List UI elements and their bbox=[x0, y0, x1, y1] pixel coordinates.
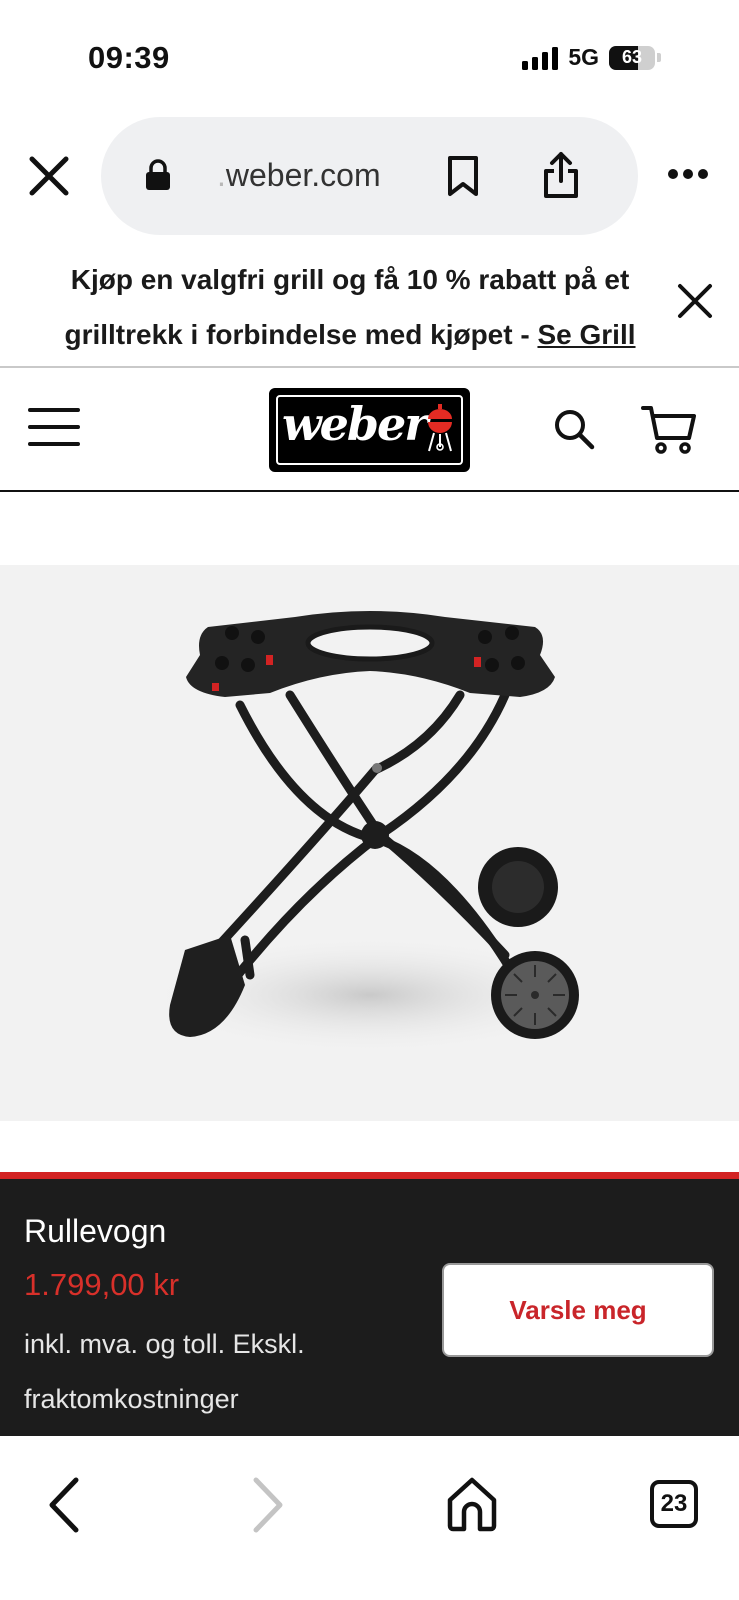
promo-link[interactable]: Se Grill bbox=[537, 319, 635, 350]
battery-level: 63 bbox=[621, 47, 643, 67]
close-icon[interactable] bbox=[676, 282, 714, 320]
status-indicators: 5G 63 bbox=[522, 44, 661, 71]
battery-icon: 63 bbox=[609, 45, 655, 70]
product-image[interactable] bbox=[0, 565, 739, 1121]
sticky-buy-bar: Rullevogn 1.799,00 kr inkl. mva. og toll… bbox=[0, 1172, 739, 1436]
search-icon[interactable] bbox=[553, 408, 595, 450]
share-icon[interactable] bbox=[541, 151, 581, 199]
tabs-icon[interactable]: 23 bbox=[650, 1480, 698, 1528]
home-icon[interactable] bbox=[446, 1476, 498, 1532]
cart-icon[interactable] bbox=[641, 404, 697, 454]
menu-icon[interactable] bbox=[28, 406, 80, 448]
header-divider bbox=[0, 490, 739, 492]
url-text: .weber.com bbox=[217, 157, 381, 194]
signal-icon bbox=[522, 46, 559, 70]
status-time: 09:39 bbox=[88, 40, 170, 75]
promo-banner: Kjøp en valgfri grill og få 10 % rabatt … bbox=[0, 246, 739, 358]
bookmark-icon[interactable] bbox=[446, 155, 480, 197]
weber-logo[interactable]: weber bbox=[269, 388, 470, 472]
status-bar: 09:39 5G 63 bbox=[0, 0, 739, 110]
site-header: weber bbox=[0, 368, 739, 488]
promo-text: Kjøp en valgfri grill og få 10 % rabatt … bbox=[40, 252, 660, 362]
product-name: Rullevogn bbox=[24, 1213, 167, 1249]
close-icon[interactable] bbox=[26, 153, 72, 199]
more-icon[interactable] bbox=[667, 168, 709, 180]
url-domain: weber.com bbox=[225, 157, 381, 193]
back-icon[interactable] bbox=[44, 1476, 84, 1534]
network-type: 5G bbox=[568, 44, 599, 70]
kettle-grill-icon bbox=[428, 404, 452, 452]
address-bar[interactable]: .weber.com bbox=[101, 117, 638, 235]
forward-icon[interactable] bbox=[248, 1476, 288, 1534]
battery-nub bbox=[657, 53, 661, 62]
url-faded-prefix: . bbox=[217, 157, 226, 193]
notify-me-button[interactable]: Varsle meg bbox=[442, 1263, 714, 1357]
product-price: 1.799,00 kr bbox=[24, 1267, 180, 1302]
price-note: inkl. mva. og toll. Ekskl. fraktomkostni… bbox=[24, 1329, 305, 1414]
browser-url-row: .weber.com bbox=[0, 115, 739, 235]
tabs-count: 23 bbox=[660, 1490, 688, 1517]
browser-toolbar: 23 bbox=[0, 1436, 739, 1600]
rolling-cart-illustration bbox=[140, 611, 600, 1055]
lock-icon bbox=[146, 159, 170, 190]
logo-text: weber bbox=[282, 397, 429, 451]
